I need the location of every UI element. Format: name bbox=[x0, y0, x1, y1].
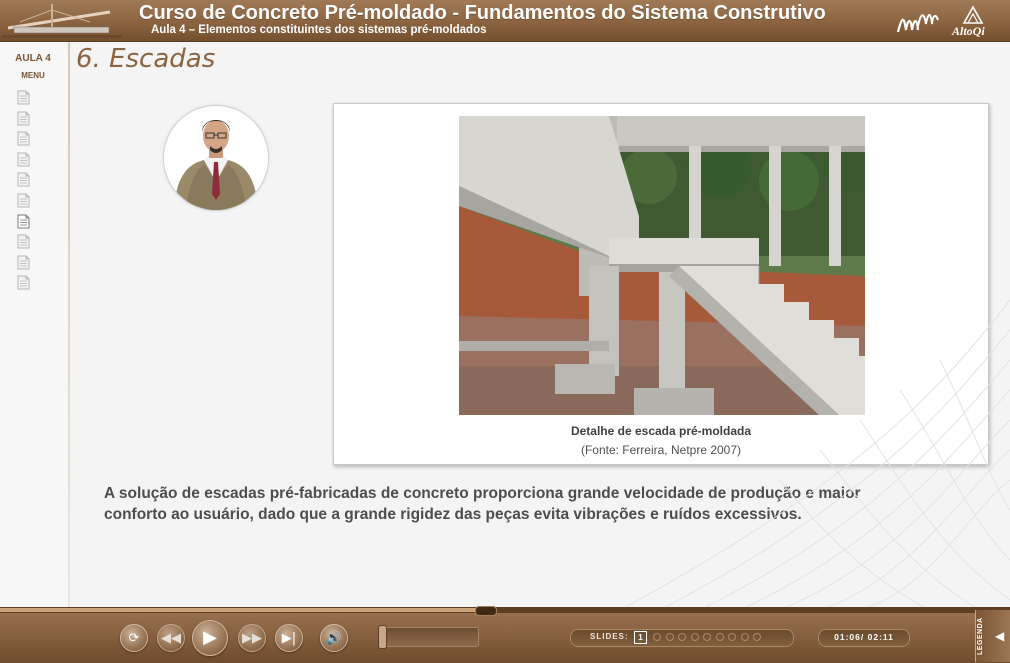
legenda-label[interactable]: LEGENDA bbox=[977, 615, 991, 657]
volume-button[interactable]: 🔊 bbox=[320, 624, 348, 652]
presenter-avatar-icon bbox=[164, 106, 268, 210]
progress-fill bbox=[0, 608, 485, 612]
rewind-icon: ◀◀ bbox=[161, 630, 181, 646]
current-slide-number[interactable]: 1 bbox=[634, 631, 647, 644]
fast-forward-button[interactable]: ▶▶ bbox=[238, 624, 266, 652]
page-icon[interactable] bbox=[17, 111, 30, 126]
play-icon: ▶ bbox=[203, 627, 217, 648]
menu-label[interactable]: MENU bbox=[0, 71, 66, 80]
time-total: 02:11 bbox=[867, 632, 894, 642]
skip-end-icon: ▶| bbox=[281, 630, 297, 646]
lesson-subtitle: Aula 4 – Elementos constituintes dos sis… bbox=[151, 24, 487, 36]
slide-dot[interactable] bbox=[715, 633, 724, 641]
slide-dot[interactable] bbox=[753, 633, 761, 641]
replay-button[interactable]: ⟳ bbox=[120, 624, 148, 652]
volume-slider-handle[interactable] bbox=[378, 625, 387, 649]
time-elapsed: 01:06 bbox=[834, 632, 861, 642]
volume-slider[interactable] bbox=[380, 627, 479, 647]
slide-dot[interactable] bbox=[690, 633, 699, 641]
mm-logo-icon bbox=[896, 14, 939, 33]
lesson-label: AULA 4 bbox=[15, 53, 51, 64]
decorative-mesh-icon bbox=[619, 300, 1010, 610]
time-separator: / bbox=[860, 632, 865, 642]
fast-forward-icon: ▶▶ bbox=[242, 630, 262, 646]
legenda-arrow-icon[interactable]: ◀ bbox=[995, 629, 1004, 643]
page-icon[interactable] bbox=[17, 131, 30, 146]
slide-dot[interactable] bbox=[653, 633, 661, 641]
page-icon[interactable] bbox=[17, 90, 30, 105]
sidebar-divider bbox=[68, 42, 70, 607]
page-icon[interactable] bbox=[17, 275, 30, 290]
slide-dot[interactable] bbox=[703, 633, 711, 641]
skip-end-button[interactable]: ▶| bbox=[275, 624, 303, 652]
course-title: Curso de Concreto Pré-moldado - Fundamen… bbox=[139, 2, 826, 24]
slide-dot[interactable] bbox=[740, 633, 749, 641]
presenter-avatar bbox=[163, 105, 269, 211]
page-title: 6. Escadas bbox=[76, 44, 216, 74]
rewind-button[interactable]: ◀◀ bbox=[157, 624, 185, 652]
slide-dot[interactable] bbox=[665, 633, 674, 641]
page-icon[interactable] bbox=[17, 214, 30, 229]
slides-label: SLIDES: bbox=[590, 632, 629, 641]
slide-dot[interactable] bbox=[728, 633, 736, 641]
sidebar bbox=[0, 42, 69, 607]
play-button[interactable]: ▶ bbox=[192, 620, 228, 656]
crane-logo-icon bbox=[2, 4, 122, 38]
page-icon[interactable] bbox=[17, 234, 30, 249]
page-icon[interactable] bbox=[17, 193, 30, 208]
volume-icon: 🔊 bbox=[325, 630, 343, 646]
page-icon[interactable] bbox=[17, 152, 30, 167]
page-icon[interactable] bbox=[17, 255, 30, 270]
slide-dot[interactable] bbox=[678, 633, 686, 641]
time-readout: 01:06/ 02:11 bbox=[818, 632, 910, 642]
altoqi-logo-text: AltoQi bbox=[952, 24, 985, 38]
progress-handle[interactable] bbox=[475, 606, 497, 616]
page-icon[interactable] bbox=[17, 172, 30, 187]
replay-icon: ⟳ bbox=[128, 630, 140, 646]
